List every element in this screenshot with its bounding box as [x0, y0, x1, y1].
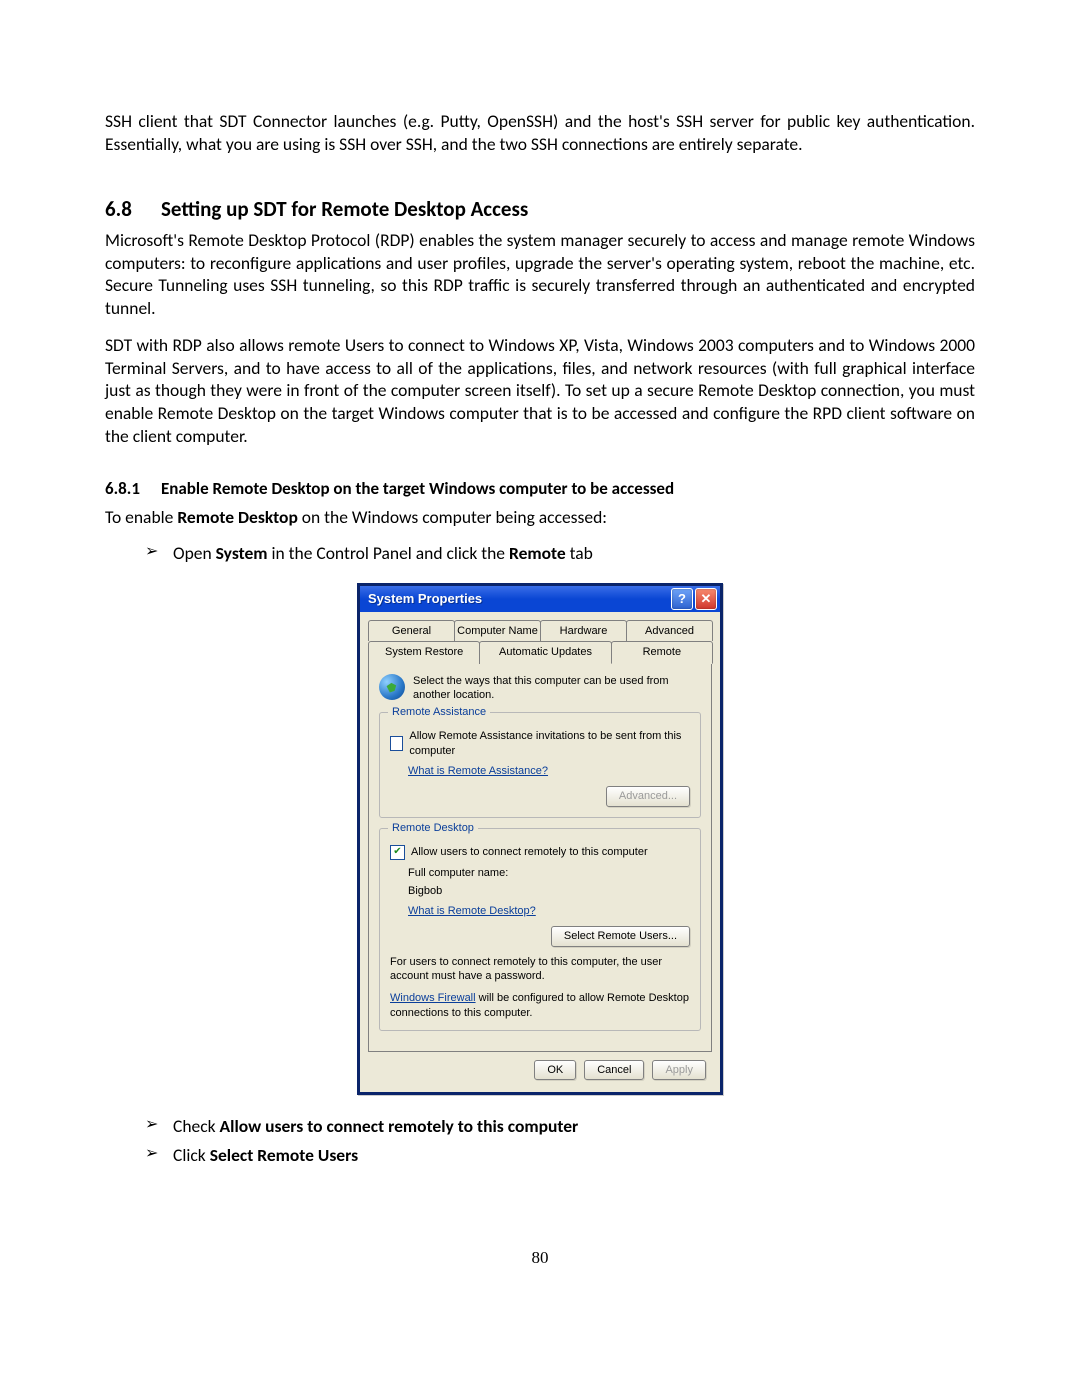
note-firewall: Windows Firewall will be configured to a…: [390, 991, 690, 1020]
dialog-title: System Properties: [368, 591, 482, 608]
system-properties-dialog: System Properties ? ✕ General Computer N…: [357, 583, 723, 1095]
tab-computer-name[interactable]: Computer Name: [454, 620, 541, 641]
intro-paragraph: SSH client that SDT Connector launches (…: [105, 110, 975, 156]
steps-list-1: Open System in the Control Panel and cli…: [105, 542, 975, 565]
dialog-titlebar[interactable]: System Properties ? ✕: [360, 586, 720, 612]
tab-system-restore[interactable]: System Restore: [368, 641, 480, 663]
tab-remote[interactable]: Remote: [611, 641, 713, 663]
legend-remote-assistance: Remote Assistance: [388, 705, 490, 719]
checkbox-remote-desktop-label: Allow users to connect remotely to this …: [411, 845, 648, 859]
steps-list-2: Check Allow users to connect remotely to…: [105, 1115, 975, 1167]
tab-automatic-updates[interactable]: Automatic Updates: [479, 641, 611, 663]
link-windows-firewall[interactable]: Windows Firewall: [390, 992, 476, 1004]
section-heading: 6.8Setting up SDT for Remote Desktop Acc…: [105, 196, 975, 223]
step-check-allow: Check Allow users to connect remotely to…: [145, 1115, 975, 1138]
subsection-lead: To enable Remote Desktop on the Windows …: [105, 506, 975, 529]
tab-general[interactable]: General: [368, 620, 455, 641]
section-title: Setting up SDT for Remote Desktop Access: [161, 196, 528, 222]
tab-advanced[interactable]: Advanced: [626, 620, 713, 641]
full-computer-name-label: Full computer name:: [408, 866, 690, 880]
select-remote-users-button[interactable]: Select Remote Users...: [551, 926, 690, 946]
computer-name-value: Bigbob: [408, 884, 690, 898]
tab-hardware[interactable]: Hardware: [540, 620, 627, 641]
step-open-system: Open System in the Control Panel and cli…: [145, 542, 975, 565]
group-remote-assistance: Remote Assistance Allow Remote Assistanc…: [379, 712, 701, 817]
note-password: For users to connect remotely to this co…: [390, 955, 690, 984]
checkbox-remote-desktop[interactable]: ✔: [390, 845, 405, 860]
close-icon[interactable]: ✕: [695, 588, 717, 610]
subsection-title: Enable Remote Desktop on the target Wind…: [161, 478, 674, 499]
ok-button[interactable]: OK: [534, 1060, 576, 1080]
advanced-button[interactable]: Advanced...: [606, 786, 690, 806]
page-number: 80: [105, 1247, 975, 1269]
panel-intro-text: Select the ways that this computer can b…: [413, 674, 701, 703]
section-p1: Microsoft's Remote Desktop Protocol (RDP…: [105, 229, 975, 320]
checkbox-remote-assistance[interactable]: [390, 736, 403, 751]
section-p2: SDT with RDP also allows remote Users to…: [105, 334, 975, 448]
help-icon[interactable]: ?: [671, 588, 693, 610]
link-what-is-remote-assistance[interactable]: What is Remote Assistance?: [408, 765, 548, 777]
step-click-select: Click Select Remote Users: [145, 1144, 975, 1167]
apply-button[interactable]: Apply: [652, 1060, 706, 1080]
group-remote-desktop: Remote Desktop ✔ Allow users to connect …: [379, 828, 701, 1031]
tab-panel-remote: Select the ways that this computer can b…: [368, 663, 712, 1052]
link-what-is-remote-desktop[interactable]: What is Remote Desktop?: [408, 905, 536, 917]
checkbox-remote-assistance-label: Allow Remote Assistance invitations to b…: [409, 729, 690, 758]
section-number: 6.8: [105, 196, 161, 223]
subsection-number: 6.8.1: [105, 478, 161, 500]
cancel-button[interactable]: Cancel: [584, 1060, 644, 1080]
legend-remote-desktop: Remote Desktop: [388, 821, 478, 835]
subsection-heading: 6.8.1Enable Remote Desktop on the target…: [105, 478, 975, 500]
globe-icon: [379, 674, 405, 700]
